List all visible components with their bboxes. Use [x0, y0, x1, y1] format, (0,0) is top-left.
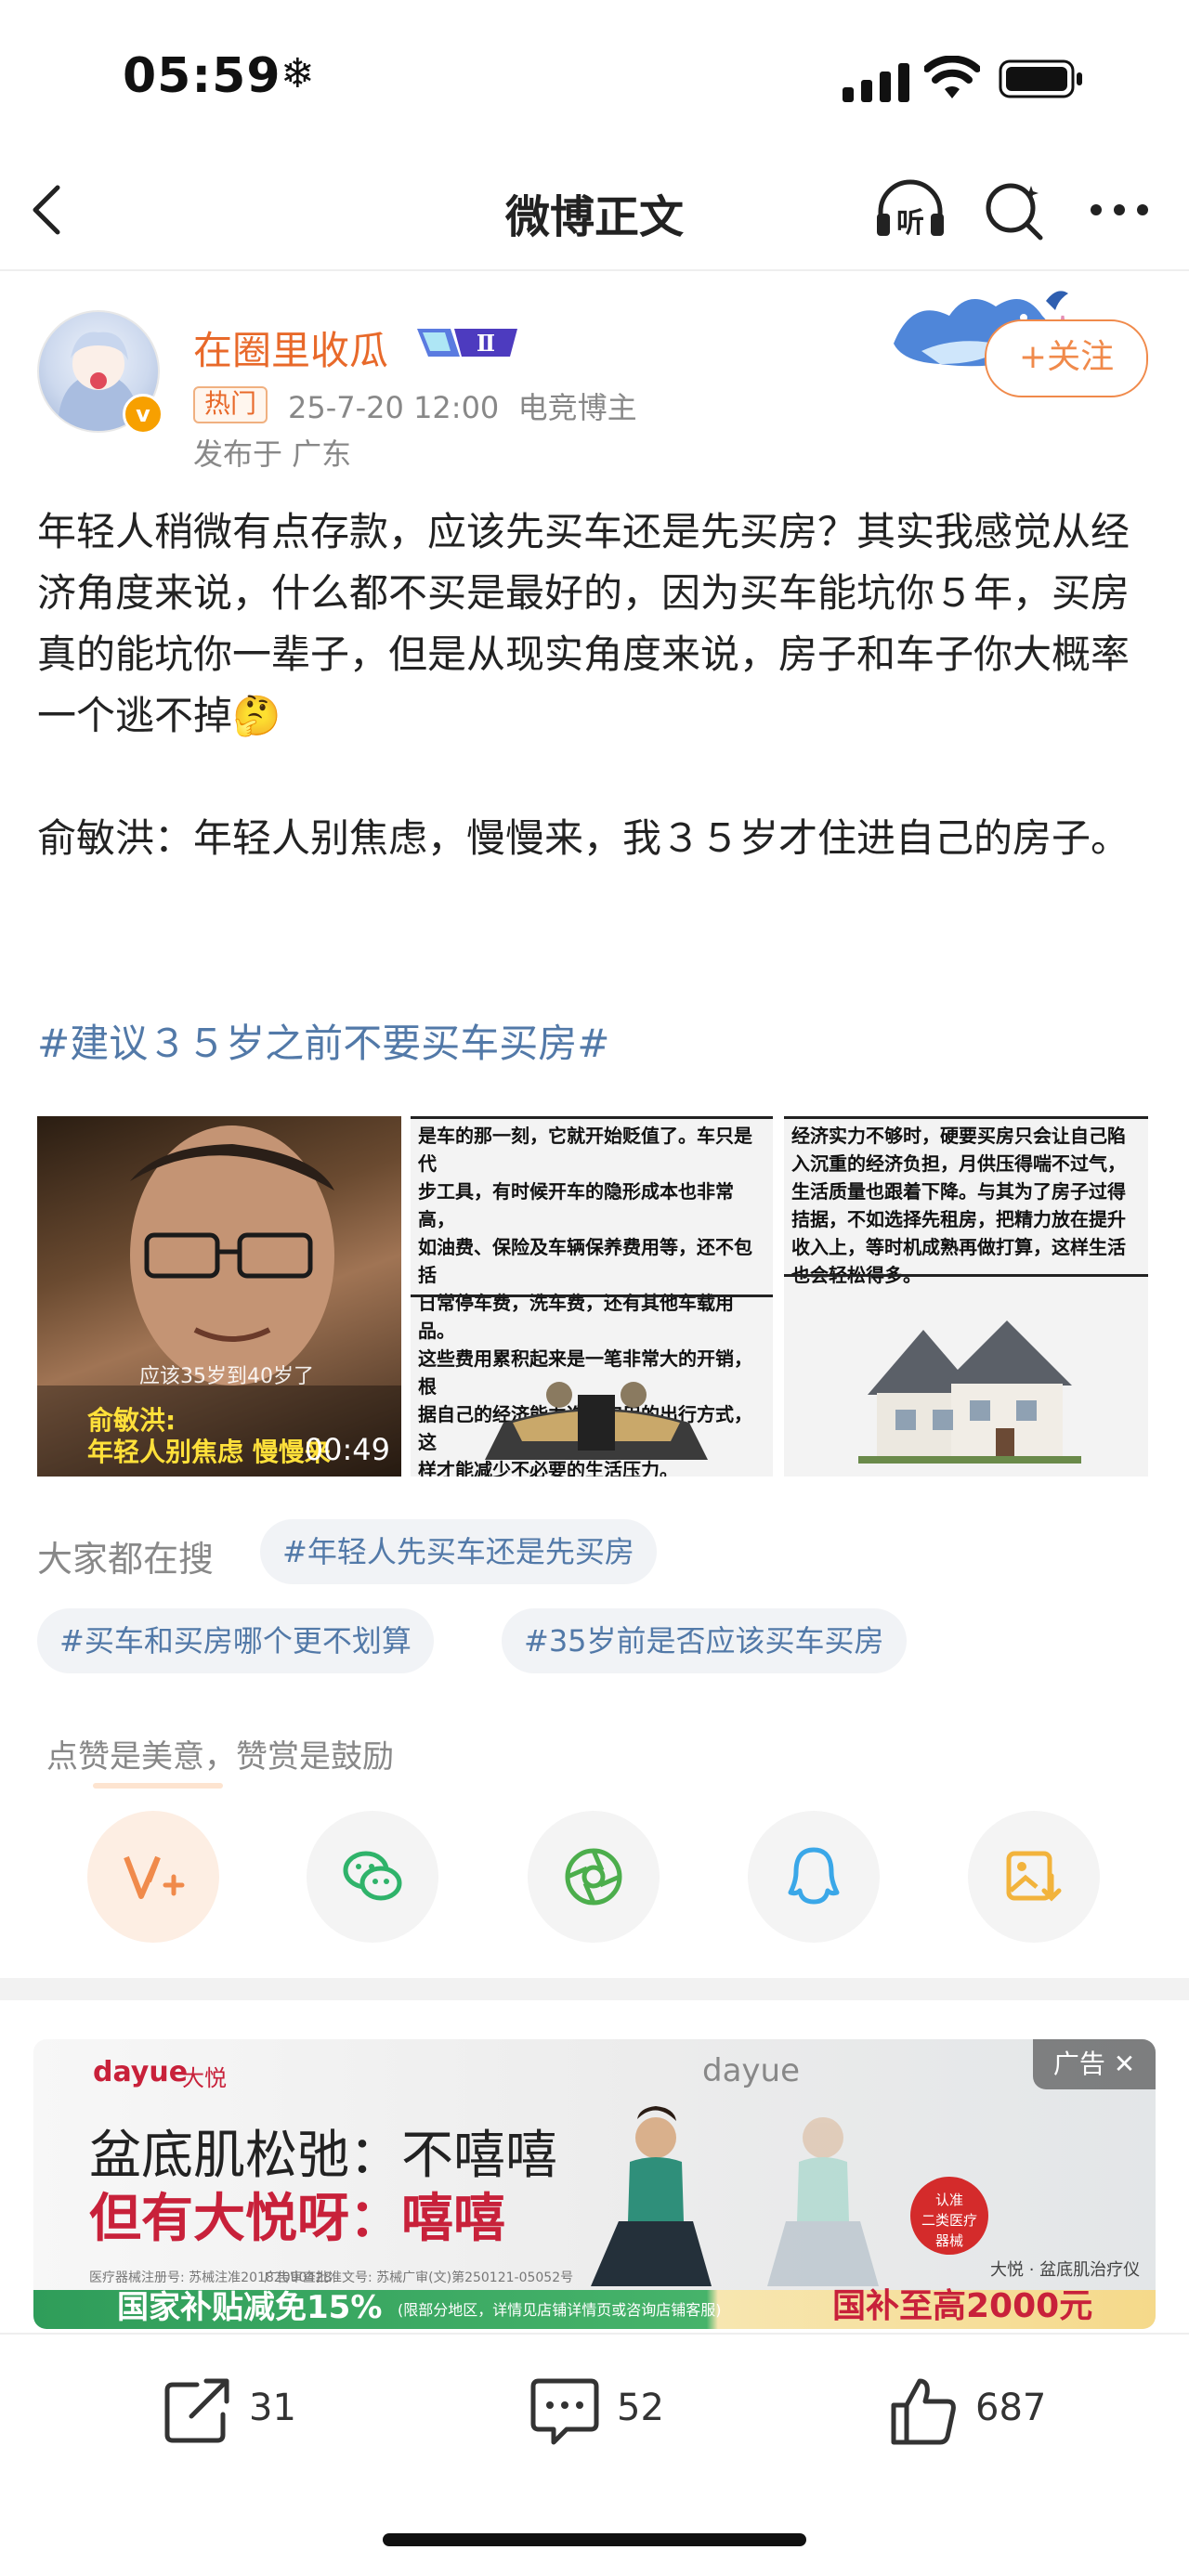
- verified-badge-icon: v: [123, 394, 163, 435]
- username[interactable]: 在圈里收瓜: [193, 319, 388, 376]
- moments-icon: [565, 1848, 622, 1906]
- nav-divider: [0, 269, 1189, 271]
- image-car-text[interactable]: 是车的那一刻，它就开始贬值了。车只是代 步工具，有时候开车的隐形成本也非常高， …: [411, 1116, 773, 1477]
- reward-button[interactable]: [87, 1811, 219, 1943]
- comment-icon: [530, 2378, 599, 2445]
- trending-search-label: 大家都在搜: [37, 1539, 215, 1580]
- house-illustration: [858, 1321, 1081, 1464]
- save-image-button[interactable]: [968, 1811, 1100, 1943]
- post-meta: 25-7-20 12:00 电竞博主: [288, 384, 637, 427]
- more-icon[interactable]: [1087, 199, 1152, 221]
- ad-model-image-faded: [767, 2117, 879, 2286]
- share-wechat-button[interactable]: [307, 1811, 438, 1943]
- wechat-icon: [343, 1851, 402, 1901]
- ad-product-name: 大悦 · 盆底肌治疗仪: [990, 2260, 1141, 2280]
- ad-brand-watermark: dayue: [702, 2052, 801, 2089]
- like-button[interactable]: 687: [886, 2374, 1053, 2448]
- search-chip[interactable]: #35岁前是否应该买车买房: [502, 1608, 907, 1673]
- ad-close-badge[interactable]: 广告 ✕: [1033, 2039, 1156, 2089]
- post-date: 25-7-20 12:00: [288, 390, 500, 425]
- repost-button[interactable]: 31: [160, 2374, 327, 2448]
- ad-subsidy-right: 国补至高2000元: [832, 2287, 1093, 2325]
- wifi-icon: [924, 56, 980, 98]
- search-icon[interactable]: [981, 178, 1046, 243]
- ad-subsidy-note: (限部分地区，详情见店铺详情页或咨询店铺客服): [398, 2301, 722, 2319]
- ad-subsidy-left: 国家补贴减免15%: [117, 2289, 383, 2326]
- ad-banner[interactable]: dayue 大悦 dayue 盆底肌松弛：不嘻嘻 但有大悦呀：嘻嘻 医疗器械注册…: [33, 2039, 1156, 2329]
- author-category: 电竞博主: [517, 390, 637, 425]
- post-location: 发布于 广东: [193, 436, 352, 472]
- reward-hint-underline: [93, 1783, 223, 1789]
- post-hashtag[interactable]: #建议３５岁之前不要买车买房#: [37, 1012, 609, 1069]
- action-bar-divider: [0, 2333, 1189, 2335]
- search-chip[interactable]: #年轻人先买车还是先买房: [260, 1519, 657, 1584]
- comment-button[interactable]: 52: [528, 2374, 695, 2448]
- status-time: 05:59: [123, 48, 281, 104]
- ad-brand-logo: dayue: [93, 2056, 189, 2088]
- ad-subsidy-strip: 国家补贴减免15% (限部分地区，详情见店铺详情页或咨询店铺客服) 国补至高20…: [33, 2287, 1156, 2329]
- video-thumbnail[interactable]: 应该35岁到40岁了 俞敏洪: 年轻人别焦虑 慢慢来 00:49: [37, 1116, 401, 1477]
- level-badge-text: Ⅱ: [477, 330, 495, 357]
- reward-hint: 点赞是美意，赞赏是鼓励: [46, 1738, 394, 1776]
- search-chip[interactable]: #买车和买房哪个更不划算: [37, 1608, 434, 1673]
- snowflake-icon: ❄: [281, 50, 315, 98]
- share-qq-button[interactable]: [748, 1811, 880, 1943]
- ad-headline-2: 但有大悦呀：嘻嘻: [89, 2189, 505, 2249]
- video-subtitle-small: 应该35岁到40岁了: [139, 1365, 314, 1388]
- share-moments-button[interactable]: [528, 1811, 660, 1943]
- save-image-icon: [1006, 1851, 1062, 1902]
- car-illustration: [485, 1382, 708, 1460]
- thumbs-up-icon: [891, 2378, 956, 2445]
- qq-icon: [788, 1847, 840, 1905]
- section-separator: [0, 1978, 1189, 2000]
- listen-label: 听: [896, 207, 924, 240]
- headphone-listen-icon[interactable]: 听: [873, 176, 947, 241]
- repost-count: 31: [249, 2387, 296, 2429]
- ad-model-image: [591, 2106, 712, 2286]
- image-house-text[interactable]: 经济实力不够时，硬要买房只会让自己陷 入沉重的经济负担，月供压得喘不过气， 生活…: [784, 1116, 1148, 1477]
- reward-v-plus-icon: [124, 1855, 185, 1899]
- battery-icon: [999, 59, 1082, 98]
- video-subtitle-main: 年轻人别焦虑 慢慢来: [87, 1437, 331, 1467]
- level-badge-icon: Ⅱ: [417, 329, 517, 357]
- comment-count: 52: [617, 2387, 664, 2429]
- ad-certified-seal: 认准 二类医疗 器械: [910, 2177, 988, 2255]
- ad-brand-cn: 大悦: [182, 2065, 227, 2091]
- repost-icon: [164, 2378, 229, 2443]
- cellular-signal-icon: [843, 63, 909, 102]
- video-duration: 00:49: [304, 1432, 390, 1467]
- hot-tag: 热门: [193, 386, 268, 423]
- like-count: 687: [975, 2387, 1047, 2429]
- follow-button[interactable]: +关注: [985, 319, 1148, 397]
- home-indicator[interactable]: [383, 2533, 806, 2546]
- post-text: 年轻人稍微有点存款，应该先买车还是先买房？其实我感觉从经济角度来说，什么都不买是…: [37, 509, 1130, 861]
